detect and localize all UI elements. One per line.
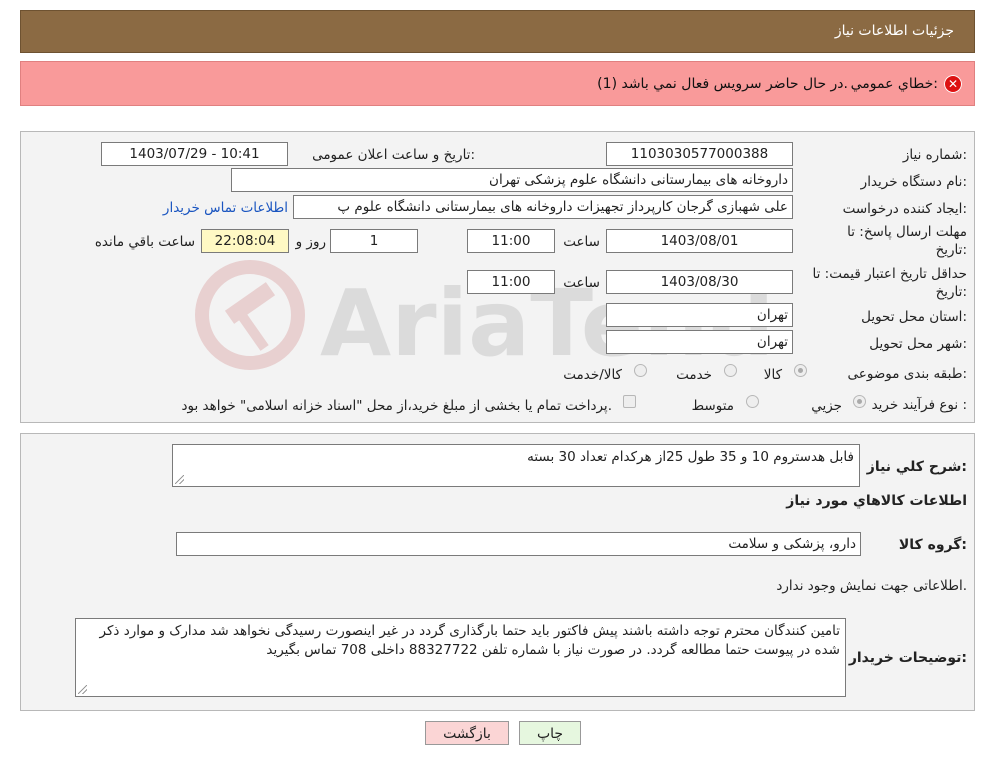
page-title: جزئیات اطلاعات نیاز [834,23,954,39]
price-time-label: ساعت [563,275,600,291]
print-button[interactable]: چاپ [519,721,581,745]
back-button[interactable]: بازگشت [425,721,509,745]
summary-textarea[interactable]: فابل هدستروم 10 و 35 طول 25از هرکدام تعد… [172,444,860,487]
category-label: طبقه بندی موضوعی: [847,366,967,382]
need-number-label: شماره نیاز: [902,147,967,163]
error-label: خطاي عمومي: [850,76,938,92]
response-deadline-date[interactable]: 1403/08/01 [606,229,793,253]
category-radio-goods[interactable] [794,364,807,377]
price-validity-date[interactable]: 1403/08/30 [606,270,793,294]
price-validity-label: حداقل تاریخ اعتبار قیمت: تا [812,266,967,282]
price-validity-time[interactable]: 11:00 [467,270,555,294]
goods-group-label: گروه کالا: [898,537,967,553]
announce-datetime-label: تاریخ و ساعت اعلان عمومی: [312,147,475,163]
buyer-org-label: نام دستگاه خریدار: [860,174,967,190]
purchase-process-label: نوع فرآیند خرید : [871,397,967,413]
no-info-text: اطلاعاتی جهت نمایش وجود ندارد. [776,578,967,594]
treasury-payment-checkbox[interactable] [623,395,636,408]
treasury-payment-note: پرداخت تمام یا بخشی از مبلغ خرید،از محل … [181,398,612,414]
goods-info-title: اطلاعات کالاهاي مورد نیاز [786,493,967,509]
days-label: روز و [295,234,326,250]
process-radio-minor[interactable] [853,395,866,408]
remaining-time-field: 22:08:04 [201,229,289,253]
buyer-org-field[interactable]: داروخانه های بیمارستانی دانشگاه علوم پزش… [231,168,793,192]
response-deadline-label: مهلت ارسال پاسخ: تا [847,224,967,240]
summary-label: شرح کلي نیاز: [866,459,967,475]
error-icon: ✕ [944,75,962,93]
need-number-field[interactable]: 1103030577000388 [606,142,793,166]
delivery-city-field[interactable]: تهران [606,330,793,354]
buyer-notes-text: تامین کنندگان محترم توجه داشته باشند پیش… [99,623,840,658]
goods-group-field[interactable]: دارو، پزشکی و سلامت [176,532,861,556]
remaining-time-label: ساعت باقي مانده [94,234,195,250]
summary-text: فابل هدستروم 10 و 35 طول 25از هرکدام تعد… [527,449,854,465]
error-banner: ✕ خطاي عمومي: در حال حاضر سرويس فعال نمي… [20,61,975,106]
buyer-notes-label: توضیحات خریدار: [848,650,967,666]
process-radio-medium[interactable] [746,395,759,408]
error-message: در حال حاضر سرويس فعال نمي باشد (1). [597,76,848,92]
buyer-contact-link[interactable]: اطلاعات تماس خریدار [163,200,288,216]
remaining-days-field[interactable]: 1 [330,229,418,253]
resize-grip-icon[interactable] [175,475,184,484]
resize-grip-icon[interactable] [78,685,87,694]
buyer-notes-textarea[interactable]: تامین کنندگان محترم توجه داشته باشند پیش… [75,618,846,697]
page-header: جزئیات اطلاعات نیاز [20,10,975,53]
response-deadline-label-date: تاریخ: [935,242,967,258]
requester-label: ایجاد کننده درخواست: [842,201,967,217]
delivery-city-label: شهر محل تحویل: [869,336,967,352]
announce-datetime-field[interactable]: 1403/07/29 - 10:41 [101,142,288,166]
process-option-medium: متوسط [691,398,734,414]
category-option-goods: کالا [763,367,782,383]
delivery-province-field[interactable]: تهران [606,303,793,327]
requester-field[interactable]: علی شهبازی گرجان کارپرداز تجهیزات داروخا… [293,195,793,219]
category-option-service: خدمت [676,367,712,383]
process-option-minor: جزیي [811,398,842,414]
category-option-goods-service: کالا/خدمت [563,367,622,383]
category-radio-goods-service[interactable] [634,364,647,377]
response-deadline-time[interactable]: 11:00 [467,229,555,253]
category-radio-service[interactable] [724,364,737,377]
delivery-province-label: استان محل تحویل: [861,309,967,325]
response-time-label: ساعت [563,234,600,250]
price-validity-label-date: تاریخ: [935,284,967,300]
